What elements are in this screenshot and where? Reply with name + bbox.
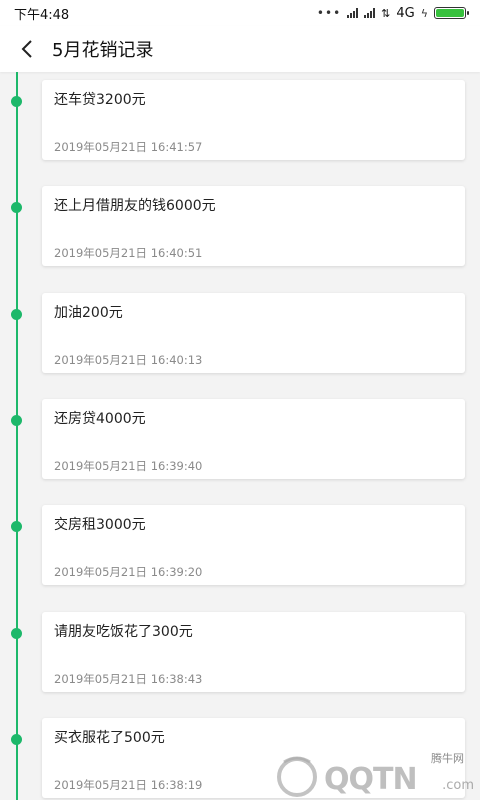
record-title: 请朋友吃饭花了300元	[54, 623, 193, 640]
record-title: 交房租3000元	[54, 517, 146, 534]
record-timestamp: 2019年05月21日 16:40:13	[54, 352, 203, 367]
record-timestamp: 2019年05月21日 16:38:19	[54, 777, 203, 792]
watermark-suffix: .com	[442, 778, 474, 793]
record-timestamp: 2019年05月21日 16:38:43	[54, 671, 203, 686]
record-title: 加油200元	[54, 304, 123, 321]
page-title: 5月花销记录	[52, 40, 154, 61]
timeline-dot	[11, 308, 22, 320]
signal-icon-2	[364, 8, 376, 18]
record-title: 还车贷3200元	[54, 92, 146, 108]
status-time: 下午4:48	[14, 7, 70, 23]
expense-list: 还车贷3200元 2019年05月21日 16:41:57 还上月借朋友的钱6000…	[0, 72, 480, 800]
record-card[interactable]: 还房贷4000元 2019年05月21日 16:39:40	[42, 398, 465, 479]
record-card[interactable]: 请朋友吃饭花了300元 2019年05月21日 16:38:43	[42, 611, 465, 692]
list-item[interactable]: 请朋友吃饭花了300元 2019年05月21日 16:38:43	[0, 611, 480, 692]
charging-icon: ϟ	[420, 6, 428, 20]
network-type: 4G	[396, 5, 415, 21]
timeline-dot	[11, 96, 22, 107]
list-item[interactable]: 加油200元 2019年05月21日 16:40:13	[0, 292, 480, 373]
record-card[interactable]: 加油200元 2019年05月21日 16:40:13	[42, 292, 465, 373]
watermark-logo-icon	[277, 756, 317, 797]
timeline-dot	[11, 627, 22, 639]
list-item[interactable]: 还车贷3200元 2019年05月21日 16:41:57	[0, 80, 480, 160]
battery-icon	[434, 7, 469, 19]
record-card[interactable]: 还车贷3200元 2019年05月21日 16:41:57	[42, 80, 465, 160]
record-timestamp: 2019年05月21日 16:40:51	[54, 246, 203, 261]
record-card[interactable]: 还上月借朋友的钱6000元 2019年05月21日 16:40:51	[42, 186, 465, 267]
list-item[interactable]: 还房贷4000元 2019年05月21日 16:39:40	[0, 398, 480, 479]
watermark-top-text: 腾牛网	[431, 752, 464, 765]
record-timestamp: 2019年05月21日 16:39:20	[54, 565, 203, 580]
back-button[interactable]	[4, 26, 50, 72]
record-title: 买衣服花了500元	[54, 729, 165, 746]
record-title: 还上月借朋友的钱6000元	[54, 198, 216, 215]
list-item[interactable]: 还上月借朋友的钱6000元 2019年05月21日 16:40:51	[0, 186, 480, 267]
record-title: 还房贷4000元	[54, 410, 146, 427]
battery-fill	[436, 9, 464, 17]
record-card[interactable]: 交房租3000元 2019年05月21日 16:39:20	[42, 505, 465, 586]
app-header: 5月花销记录	[0, 26, 480, 72]
timeline-dot	[11, 733, 22, 745]
record-timestamp: 2019年05月21日 16:41:57	[54, 140, 203, 154]
signal-icon	[347, 8, 359, 18]
data-transfer-icon: ⇅	[381, 6, 391, 20]
watermark-logo: 腾牛网 QQTN .com	[270, 748, 480, 800]
list-item[interactable]: 交房租3000元 2019年05月21日 16:39:20	[0, 505, 480, 586]
watermark-main-text: QQTN	[324, 762, 418, 797]
chevron-left-icon	[21, 40, 32, 58]
status-bar: 下午4:48 ••• ⇅ 4G ϟ	[0, 0, 480, 26]
notification-dots: •••	[316, 6, 342, 20]
status-icons: ••• ⇅ 4G ϟ	[316, 5, 469, 21]
timeline-dot	[11, 414, 22, 426]
timeline-dot	[11, 202, 22, 214]
timeline-dot	[11, 521, 22, 533]
record-timestamp: 2019年05月21日 16:39:40	[54, 458, 203, 473]
